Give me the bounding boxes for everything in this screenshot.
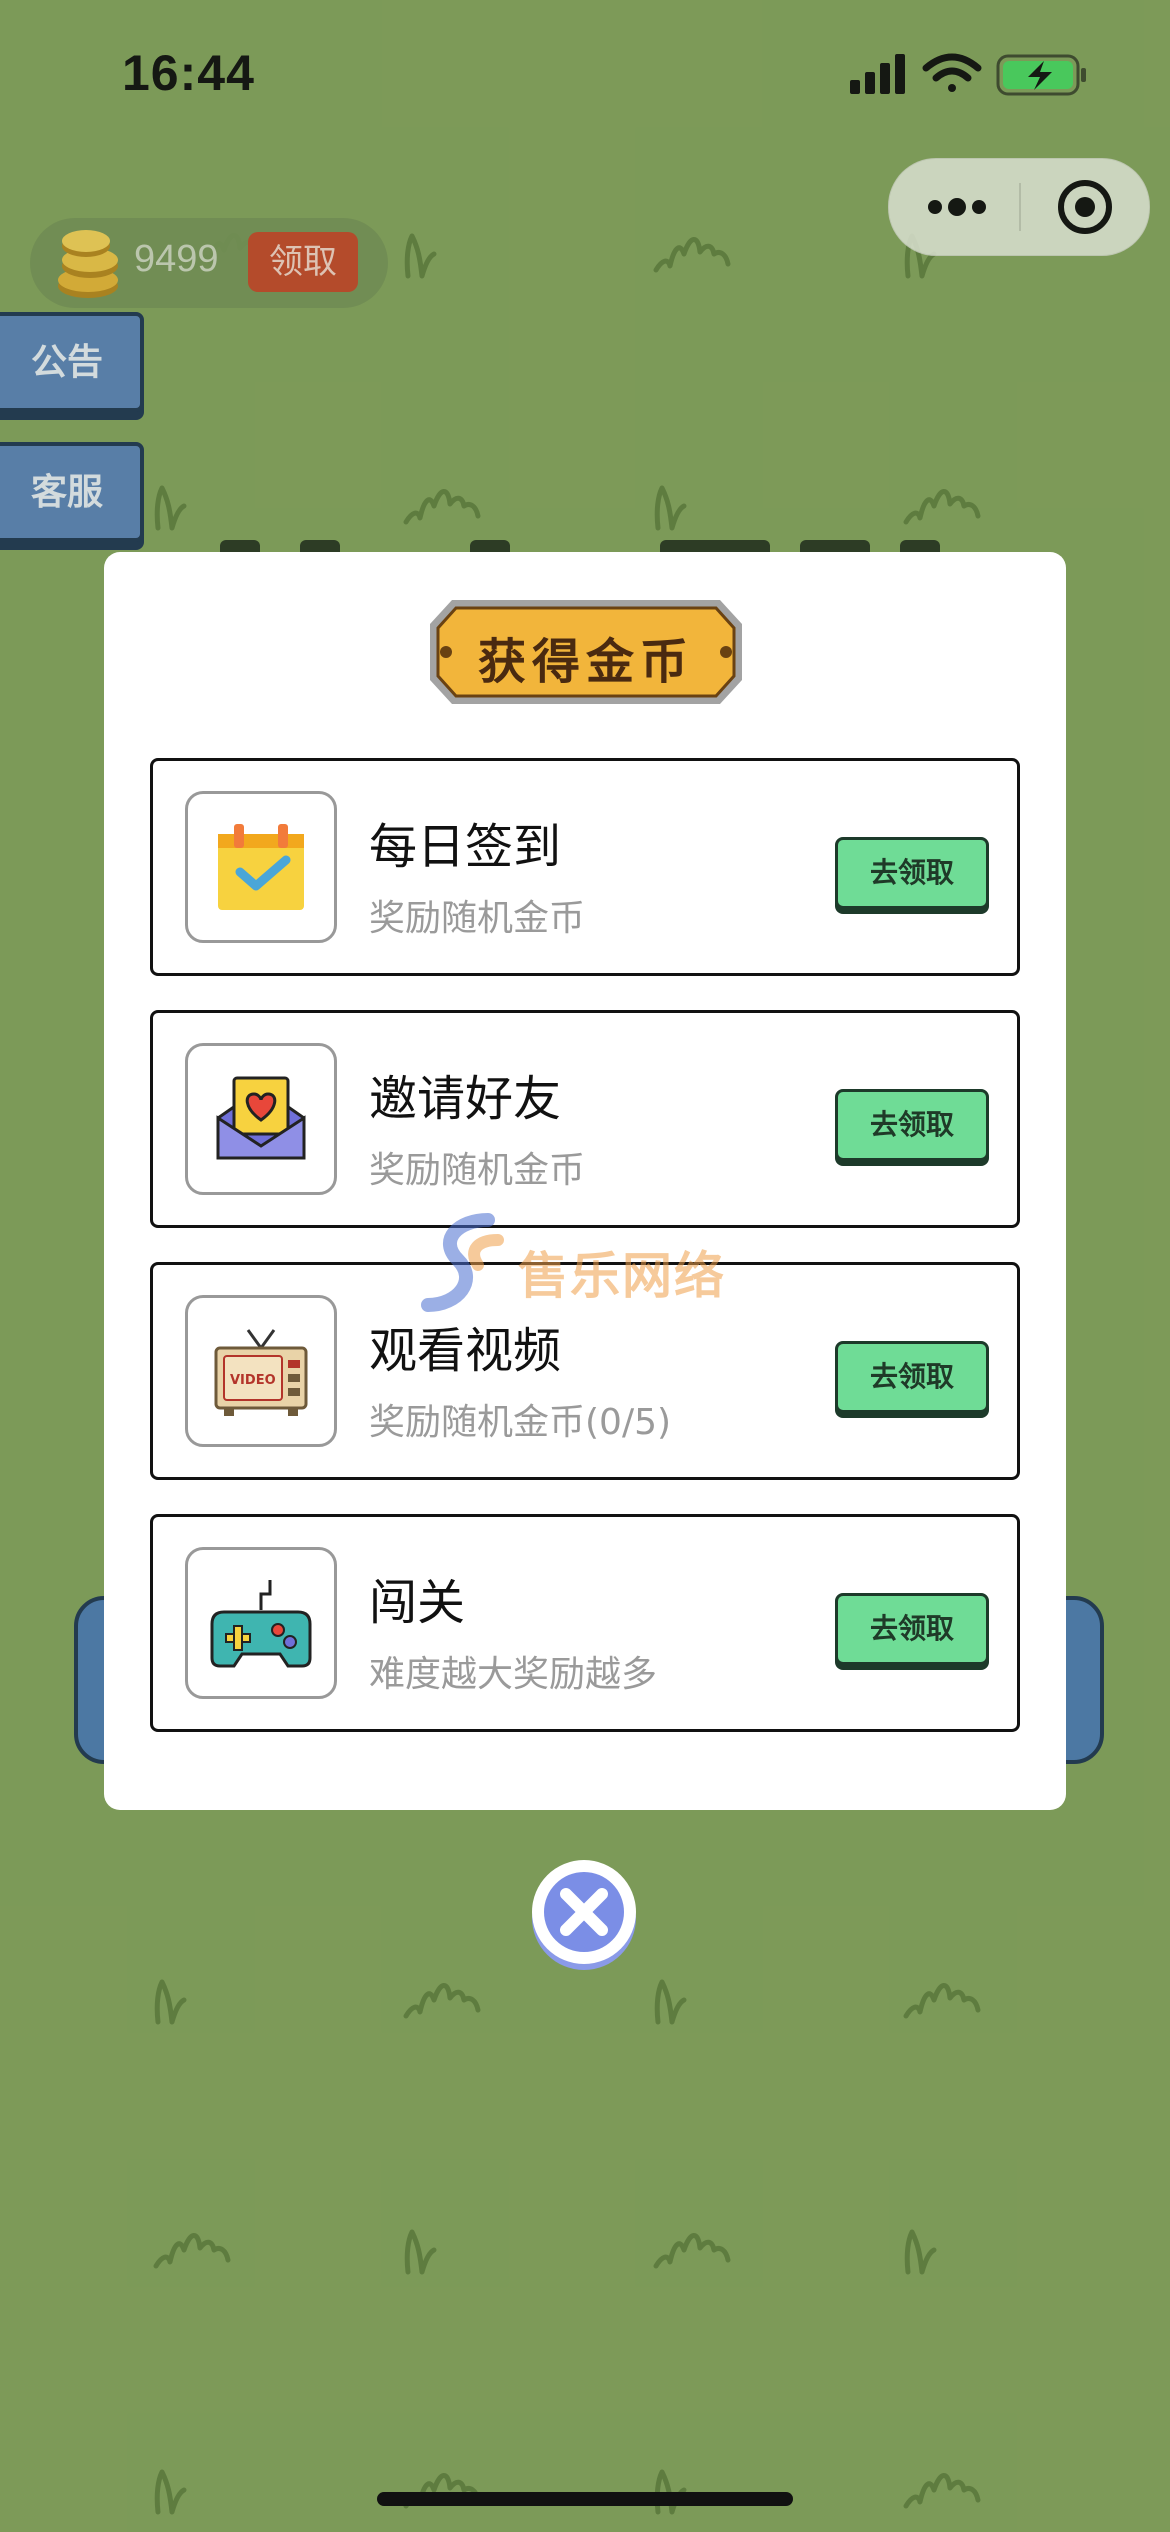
claim-daily-checkin-button[interactable]: 去领取 xyxy=(835,837,989,909)
task-icon-frame xyxy=(185,791,337,943)
task-icon-frame xyxy=(185,1043,337,1195)
heart-envelope-icon xyxy=(216,1076,306,1160)
tv-video-icon: VIDEO xyxy=(214,1329,308,1416)
close-circle-icon[interactable] xyxy=(526,1856,642,1972)
modal-title: 获得金币 xyxy=(477,634,694,690)
task-card-daily-checkin: 每日签到 奖励随机金币 去领取 xyxy=(150,758,1020,976)
gamepad-icon xyxy=(210,1580,312,1668)
task-subtitle: 难度越大奖励越多 xyxy=(369,1654,658,1695)
task-subtitle: 奖励随机金币 xyxy=(369,1150,586,1191)
claim-invite-friends-button[interactable]: 去领取 xyxy=(835,1089,989,1161)
calendar-check-icon xyxy=(218,824,304,910)
task-icon-frame xyxy=(185,1547,337,1699)
task-title: 每日签到 xyxy=(369,819,562,875)
watermark-logo-icon xyxy=(421,1213,504,1312)
watermark: 售乐网络 xyxy=(418,1210,758,1320)
task-icon-frame: VIDEO xyxy=(185,1295,337,1447)
claim-challenge-button[interactable]: 去领取 xyxy=(835,1593,989,1665)
claim-watch-video-button[interactable]: 去领取 xyxy=(835,1341,989,1413)
task-title: 闯关 xyxy=(369,1575,466,1631)
earn-coins-modal: 获得金币 每日签到 奖励随机金币 去领取 邀请好友 奖励随机金币 去领取 VID… xyxy=(104,552,1066,1810)
title-banner: 获得金币 xyxy=(426,594,746,710)
watermark-text: 售乐网络 xyxy=(518,1247,726,1305)
task-card-invite-friends: 邀请好友 奖励随机金币 去领取 xyxy=(150,1010,1020,1228)
task-subtitle: 奖励随机金币(0/5) xyxy=(369,1402,672,1443)
task-card-challenge: 闯关 难度越大奖励越多 去领取 xyxy=(150,1514,1020,1732)
svg-text:VIDEO: VIDEO xyxy=(230,1373,276,1388)
task-title: 邀请好友 xyxy=(369,1071,562,1127)
task-title: 观看视频 xyxy=(369,1323,562,1379)
task-subtitle: 奖励随机金币 xyxy=(369,898,586,939)
home-indicator[interactable] xyxy=(377,2492,793,2506)
